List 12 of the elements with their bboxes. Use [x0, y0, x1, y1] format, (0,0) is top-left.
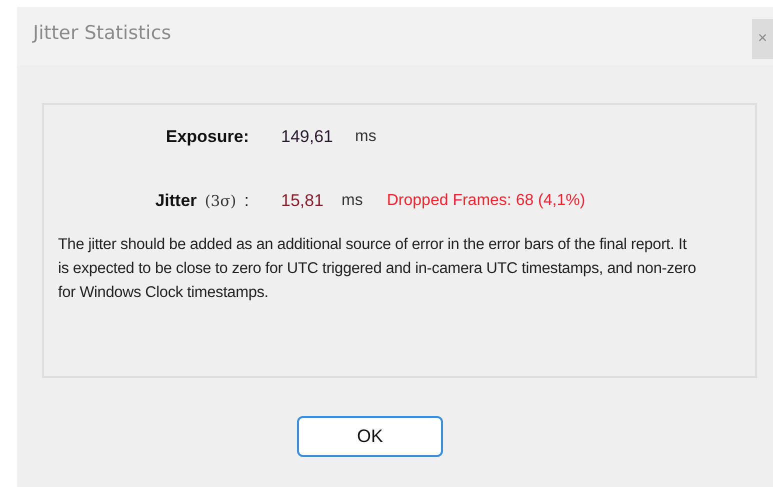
jitter-label: Jitter [155, 191, 197, 211]
jitter-value: 15,81 [281, 191, 324, 211]
colon: : [244, 191, 249, 211]
window-title: Jitter Statistics [33, 22, 172, 44]
note-text: The jitter should be added as an additional source of error in the error bars of the final report. It is expected to be close to zero for UTC triggered and in-camera UTC timestamps, and non-zero for Windows Clock timestamps. [58, 235, 698, 303]
exposure-value: 149,61 [281, 127, 333, 147]
sigma-label: (3σ) [204, 192, 236, 210]
jitter-unit: ms [342, 192, 363, 210]
dropped-frames: Dropped Frames: 68 (4,1%) [386, 192, 586, 210]
exposure-label: Exposure: [166, 127, 249, 147]
ok-button[interactable]: OK [297, 416, 443, 457]
exposure-unit: ms [355, 128, 376, 146]
